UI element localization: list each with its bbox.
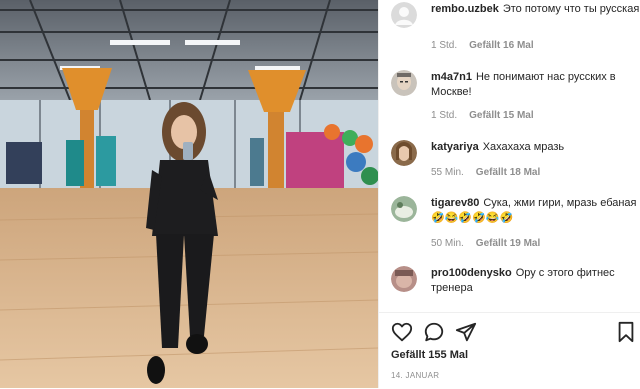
comment-time[interactable]: 50 Min. [431, 238, 464, 249]
comment-username[interactable]: tigarev80 [431, 197, 479, 209]
comment-time[interactable]: 1 Std. [431, 40, 457, 51]
instagram-post: rembo.uzbek Это потому что ты русская 1 S… [0, 0, 640, 388]
avatar[interactable] [391, 2, 417, 28]
comment-likes[interactable]: Gefällt 18 Mal [476, 167, 540, 178]
comment-username[interactable]: katyariya [431, 141, 479, 153]
share-icon[interactable] [455, 321, 477, 343]
avatar[interactable] [391, 196, 417, 222]
comment-text-block: m4a7n1 Не понимают нас русских в Москве! [431, 70, 640, 100]
comment-likes[interactable]: Gefällt 15 Mal [469, 110, 533, 121]
avatar[interactable] [391, 140, 417, 166]
comment-likes[interactable]: Gefällt 16 Mal [469, 40, 533, 51]
comment-text-block: tigarev80 Сука, жми гири, мразь ебаная🤣😂🤣… [431, 196, 640, 226]
comment-meta: 55 Min. Gefällt 18 Mal [431, 167, 540, 178]
comment-body: Хахахаха мразь [482, 141, 565, 153]
comment-text-block: pro100denysko Ору с этого фитнес тренера [431, 266, 640, 296]
post-actions: Gefällt 155 Mal 14. JANUAR [379, 312, 640, 389]
comment-meta: 1 Std. Gefällt 15 Mal [431, 110, 534, 121]
heart-icon[interactable] [391, 321, 413, 343]
comment-username[interactable]: pro100denysko [431, 267, 512, 279]
gym-mirror-selfie-image [0, 0, 378, 388]
comment-time[interactable]: 55 Min. [431, 167, 464, 178]
post-photo [0, 0, 378, 388]
comment-text-block: rembo.uzbek Это потому что ты русская [431, 2, 640, 17]
bookmark-icon[interactable] [615, 321, 637, 343]
post-like-count[interactable]: Gefällt 155 Mal [391, 349, 468, 361]
comment-time[interactable]: 1 Std. [431, 110, 457, 121]
comment-username[interactable]: rembo.uzbek [431, 3, 499, 15]
post-date[interactable]: 14. JANUAR [391, 371, 439, 380]
comment-icon[interactable] [423, 321, 445, 343]
comment-text-block: katyariya Хахахаха мразь [431, 140, 640, 155]
comment-likes[interactable]: Gefällt 19 Mal [476, 238, 540, 249]
comment-meta: 1 Std. Gefällt 16 Mal [431, 40, 534, 51]
avatar[interactable] [391, 70, 417, 96]
comment-username[interactable]: m4a7n1 [431, 71, 472, 83]
comments-panel: rembo.uzbek Это потому что ты русская 1 S… [378, 0, 640, 388]
comment-meta: 50 Min. Gefällt 19 Mal [431, 238, 540, 249]
avatar[interactable] [391, 266, 417, 292]
comment-body: Это потому что ты русская [502, 3, 640, 15]
